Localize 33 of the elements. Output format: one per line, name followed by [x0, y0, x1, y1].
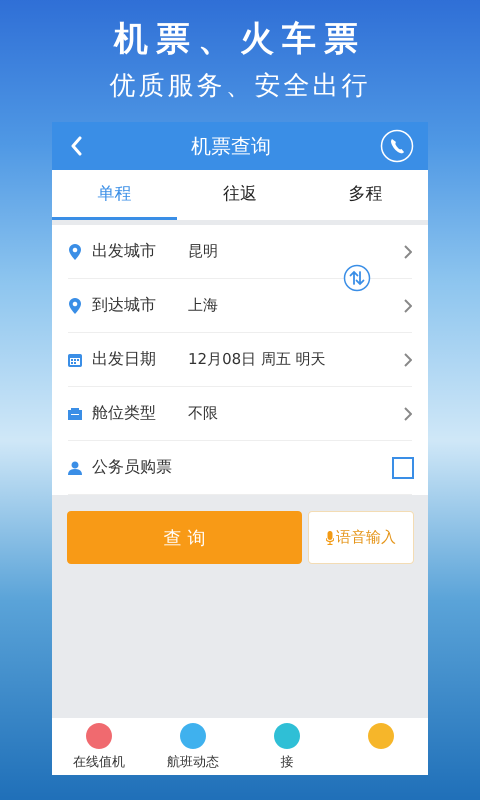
field-label: 出发城市 [92, 241, 157, 262]
nav-icon[interactable] [86, 723, 112, 749]
nav-label[interactable]: 在线值机 [73, 753, 125, 771]
nav-icon[interactable] [274, 723, 300, 749]
location-pin-icon [68, 244, 82, 260]
field-label: 舱位类型 [92, 403, 157, 424]
nav-icon[interactable] [368, 723, 394, 749]
nav-icon[interactable] [180, 723, 206, 749]
location-pin-icon [68, 298, 82, 314]
chevron-right-icon[interactable] [404, 352, 412, 366]
field-label: 到达城市 [92, 295, 157, 316]
chevron-right-icon[interactable] [404, 298, 412, 312]
field-label: 出发日期 [92, 349, 157, 370]
field-label: 公务员购票 [92, 457, 173, 478]
checkbox[interactable] [392, 456, 414, 478]
chevron-right-icon[interactable] [404, 244, 412, 258]
nav-label[interactable]: 接 [280, 753, 294, 771]
phone-icon[interactable] [380, 129, 414, 163]
nav-label[interactable]: 航班动态 [167, 753, 219, 771]
field-value[interactable]: 上海 [188, 296, 404, 315]
seat-icon [68, 408, 82, 420]
calendar-icon [68, 352, 82, 366]
promo-headline: 机票、火车票 [114, 18, 366, 61]
chevron-right-icon[interactable] [404, 406, 412, 420]
person-icon [68, 460, 82, 474]
field-value[interactable]: 12月08日 周五 明天 [188, 350, 404, 369]
page-title: 机票查询 [190, 132, 272, 160]
field-value[interactable]: 不限 [188, 404, 404, 423]
field-value[interactable]: 昆明 [188, 242, 404, 261]
swap-icon[interactable] [343, 264, 371, 292]
promo-tagline: 优质服务、安全出行 [110, 70, 370, 103]
microphone-icon [326, 530, 334, 544]
back-icon[interactable] [70, 136, 82, 156]
